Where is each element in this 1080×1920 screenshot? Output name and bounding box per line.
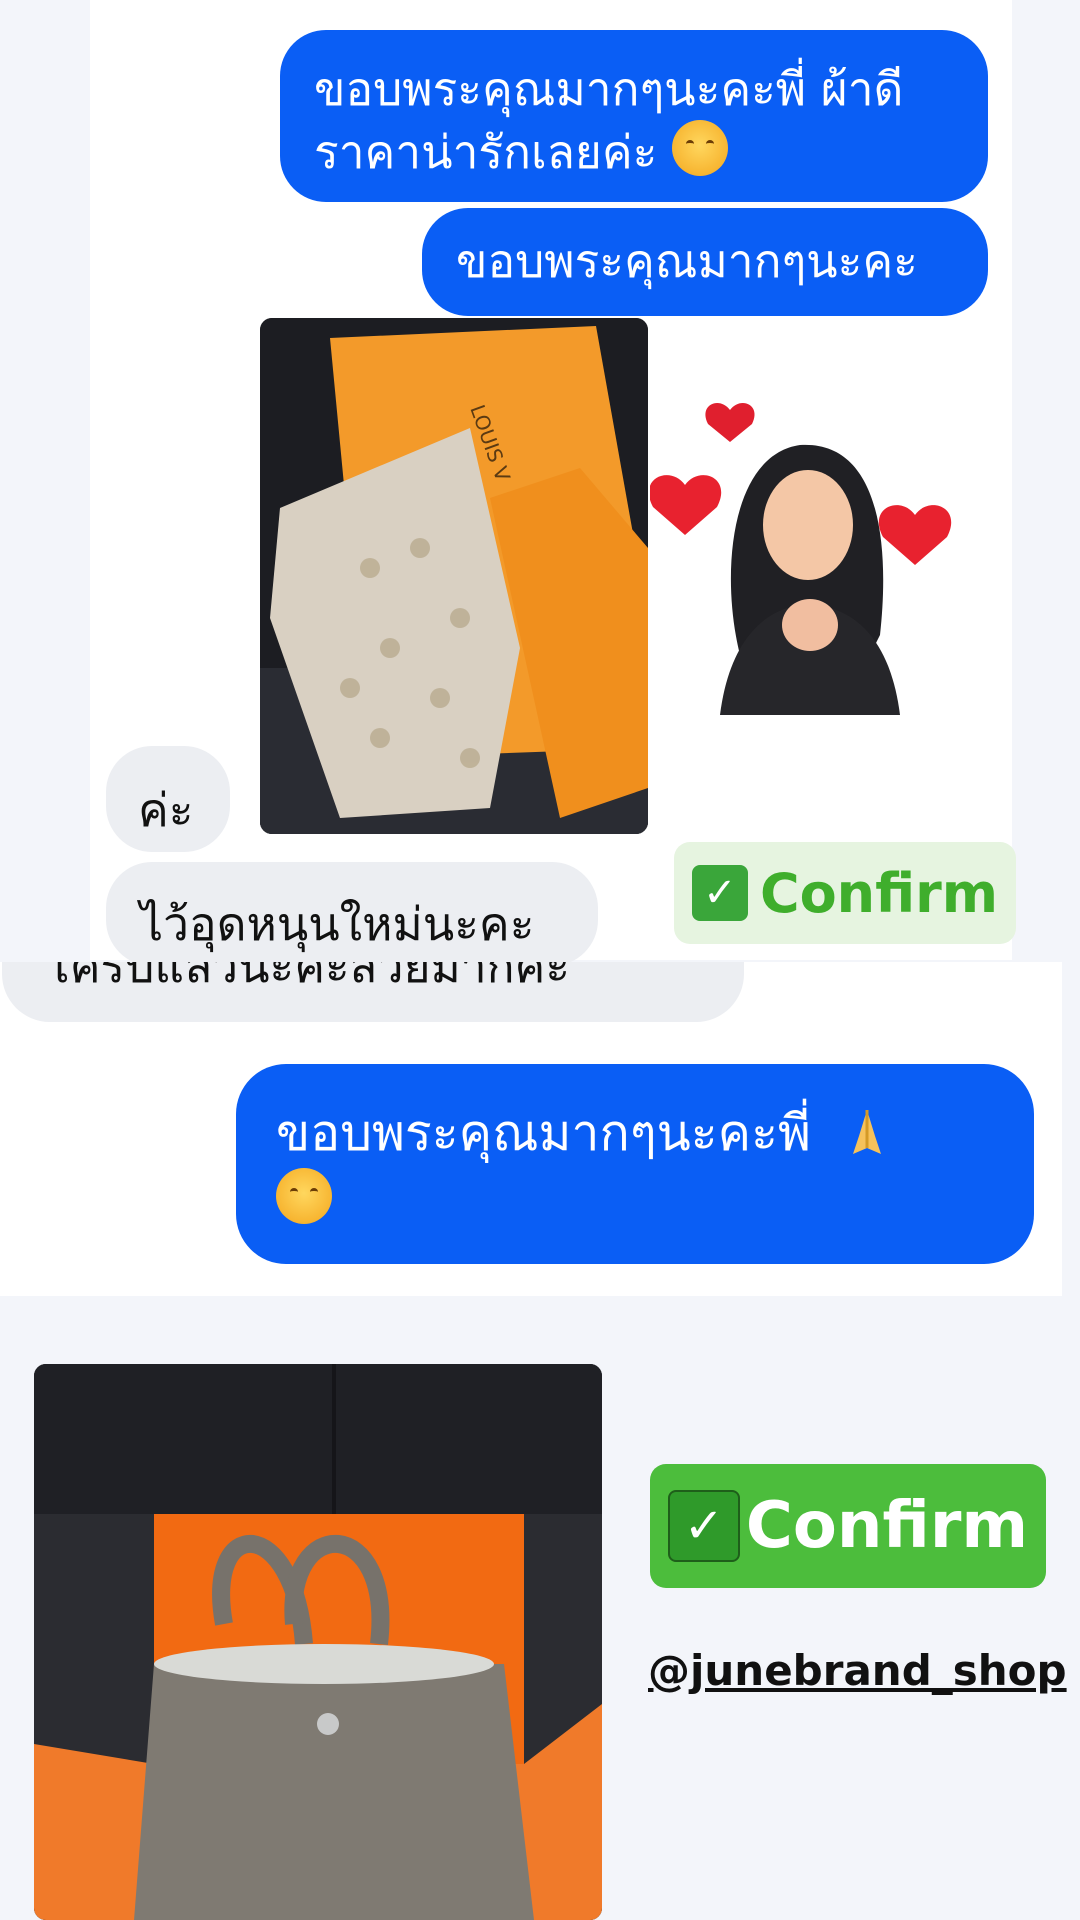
message-text: ไว้อุดหนุนใหม่นะคะ xyxy=(140,897,535,951)
message-bubble-4[interactable]: ไว้อุดหนุนใหม่นะคะ xyxy=(106,862,598,966)
message-text: ขอบพระคุณมากๆนะคะ xyxy=(456,234,918,288)
confirm-label: Confirm xyxy=(759,861,999,925)
message-line xyxy=(276,1166,1034,1232)
smiling-face-hearts-icon xyxy=(276,1168,332,1224)
message-bubble-2[interactable]: ขอบพระคุณมากๆนะคะ xyxy=(422,208,988,316)
bag-photo-image xyxy=(34,1364,602,1920)
message-line: ขอบพระคุณมากๆนะคะพี่ ผ้าดี xyxy=(314,62,904,116)
message-bubble-5[interactable]: เคริบแล้วนะคะสวยมากค่ะ xyxy=(2,962,744,1022)
girl-hearts-sticker[interactable] xyxy=(648,395,970,715)
smiling-face-hearts-icon xyxy=(671,120,728,176)
sticker-image xyxy=(648,402,952,715)
message-bubble-1[interactable]: ขอบพระคุณมากๆนะคะพี่ ผ้าดี ราคาน่ารักเลย… xyxy=(280,30,988,202)
confirm-badge-light: ✓ Confirm xyxy=(674,842,1016,944)
check-mark-icon: ✓ xyxy=(691,865,748,921)
scarf-photo[interactable]: LOUIS V xyxy=(260,318,648,834)
folded-hands-icon xyxy=(839,1104,895,1160)
message-text-clipped: เคริบแล้วนะคะสวยมากค่ะ xyxy=(54,962,571,993)
message-bubble-3[interactable]: ค่ะ xyxy=(106,746,230,852)
confirm-label: Confirm xyxy=(745,1489,1029,1563)
bag-photo[interactable] xyxy=(34,1364,602,1920)
message-bubble-6[interactable]: ขอบพระคุณมากๆนะคะพี่ xyxy=(236,1064,1034,1264)
shop-handle[interactable]: @junebrand_shop xyxy=(648,1646,1067,1696)
message-line: ขอบพระคุณมากๆนะคะพี่ xyxy=(276,1100,1034,1166)
message-line: ราคาน่ารักเลยค่ะ xyxy=(314,120,958,183)
check-mark-icon: ✓ xyxy=(667,1490,740,1562)
scarf-photo-image: LOUIS V xyxy=(260,318,648,834)
confirm-badge-solid: ✓ Confirm xyxy=(650,1464,1046,1588)
message-text: ค่ะ xyxy=(138,783,194,837)
